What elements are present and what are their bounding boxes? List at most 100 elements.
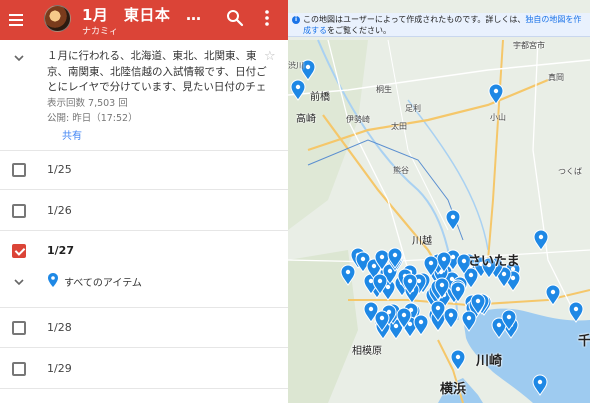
city-label-utsunomiya: 宇都宮市 bbox=[513, 41, 545, 50]
layer-checkbox[interactable] bbox=[12, 204, 26, 218]
map-pin-dot bbox=[439, 282, 445, 288]
map-pin-dot bbox=[428, 260, 434, 266]
city-label-isesaki: 伊勢崎 bbox=[346, 115, 370, 124]
layer-checkbox[interactable] bbox=[12, 362, 26, 376]
map-pin-dot bbox=[345, 269, 351, 275]
map-pin-dot bbox=[392, 252, 398, 258]
map-pin-dot bbox=[435, 305, 441, 311]
map-base bbox=[288, 39, 590, 403]
map-pin-dot bbox=[501, 271, 507, 277]
info-message: この地図はユーザーによって作成されたものです。詳しくは、 bbox=[303, 15, 526, 24]
map-pin-icon[interactable] bbox=[545, 284, 561, 306]
app-bar: 1月 東日本 入試… ナカミィ bbox=[0, 0, 288, 40]
map-pin-icon[interactable] bbox=[450, 349, 466, 371]
map-pin-dot bbox=[466, 315, 472, 321]
search-icon[interactable] bbox=[225, 8, 245, 28]
menu-icon[interactable] bbox=[6, 8, 30, 32]
map-pin-dot bbox=[461, 258, 467, 264]
map-pin-icon[interactable] bbox=[488, 83, 504, 105]
layer-checkbox[interactable] bbox=[12, 321, 26, 335]
published-date: 公開: 昨日（17:52） bbox=[47, 113, 138, 124]
map-pin-dot bbox=[418, 319, 424, 325]
map-pin-icon bbox=[48, 273, 58, 287]
city-label-chiba: 千 bbox=[578, 334, 590, 349]
map-pin-dot bbox=[393, 323, 399, 329]
city-label-saitama: さいたま bbox=[468, 254, 520, 269]
map-title[interactable]: 1月 東日本 入試… bbox=[82, 4, 214, 25]
map-pin-dot bbox=[295, 84, 301, 90]
city-label-kawagoe: 川越 bbox=[412, 236, 432, 247]
info-icon: i bbox=[292, 16, 300, 24]
view-count: 表示回数 7,503 回 bbox=[47, 98, 128, 109]
map-pin-dot bbox=[506, 314, 512, 320]
map-pin-dot bbox=[475, 298, 481, 304]
expressway bbox=[487, 39, 504, 261]
map-pin-icon[interactable] bbox=[443, 307, 459, 329]
map-pin-dot bbox=[360, 256, 366, 262]
layer-row-0128[interactable]: 1/28 bbox=[0, 309, 288, 347]
map-owner: ナカミィ bbox=[82, 27, 119, 37]
divider bbox=[0, 347, 288, 348]
city-label-ashikaga: 足利 bbox=[405, 104, 421, 113]
map-pin-dot bbox=[385, 284, 391, 290]
map-pin-dot bbox=[387, 268, 393, 274]
layer-label: 1/27 bbox=[47, 244, 74, 257]
map-pin-dot bbox=[493, 88, 499, 94]
layer-label: 1/25 bbox=[47, 163, 72, 176]
avatar bbox=[44, 5, 71, 32]
layer-label: 1/26 bbox=[47, 204, 72, 217]
sublayer-label[interactable]: すべてのアイテム bbox=[64, 274, 142, 289]
divider bbox=[0, 189, 288, 190]
map-pin-dot bbox=[407, 321, 413, 327]
city-label-kumagaya: 熊谷 bbox=[393, 166, 409, 175]
info-suffix: をご覧ください。 bbox=[327, 26, 391, 35]
map-pin-dot bbox=[371, 263, 377, 269]
map-pin-dot bbox=[510, 275, 516, 281]
layer-checkbox-checked[interactable] bbox=[12, 244, 26, 258]
map-pin-dot bbox=[537, 379, 543, 385]
city-label-takasaki: 高崎 bbox=[296, 114, 316, 125]
map-canvas[interactable]: i この地図はユーザーによって作成されたものです。詳しくは、独自の地図を作成する… bbox=[288, 0, 590, 403]
city-label-shibukawa: 渋川 bbox=[288, 61, 304, 70]
city-label-ota: 太田 bbox=[391, 122, 407, 131]
layer-row-0127[interactable]: 1/27 bbox=[0, 232, 288, 270]
city-label-oyama: 小山 bbox=[490, 113, 506, 122]
map-pin-icon[interactable] bbox=[413, 314, 429, 336]
info-banner: i この地図はユーザーによって作成されたものです。詳しくは、独自の地図を作成する… bbox=[288, 13, 590, 37]
share-link[interactable]: 共有 bbox=[62, 127, 82, 142]
city-label-sagamihara: 相模原 bbox=[352, 346, 382, 357]
city-label-yokohama: 横浜 bbox=[440, 382, 467, 397]
divider bbox=[0, 230, 288, 231]
map-pin-dot bbox=[441, 256, 447, 262]
info-text: この地図はユーザーによって作成されたものです。詳しくは、独自の地図を作成するをご… bbox=[303, 14, 588, 36]
layer-row-0125[interactable]: 1/25 bbox=[0, 151, 288, 189]
layers-panel: 1月 東日本 入試… ナカミィ １月に行われる、北海道、東北、北関東、東京、南関… bbox=[0, 0, 288, 403]
map-pin-dot bbox=[573, 306, 579, 312]
map-pin-dot bbox=[448, 312, 454, 318]
road bbox=[387, 39, 449, 231]
map-pin-dot bbox=[450, 214, 456, 220]
city-label-kiryu: 桐生 bbox=[376, 85, 392, 94]
layer-label: 1/28 bbox=[47, 321, 72, 334]
layer-checkbox[interactable] bbox=[12, 163, 26, 177]
layer-row-0129[interactable]: 1/29 bbox=[0, 350, 288, 388]
city-label-tsukuba: つくば bbox=[558, 167, 582, 176]
map-pin-dot bbox=[368, 306, 374, 312]
divider bbox=[0, 388, 288, 389]
layer-label: 1/29 bbox=[47, 362, 72, 375]
city-label-mooka: 真岡 bbox=[548, 73, 564, 82]
map-pin-dot bbox=[407, 278, 413, 284]
map-pin-dot bbox=[538, 234, 544, 240]
chevron-down-icon[interactable] bbox=[13, 277, 25, 287]
star-icon[interactable]: ☆ bbox=[264, 49, 276, 64]
city-label-maebashi: 前橋 bbox=[310, 92, 330, 103]
map-pin-dot bbox=[377, 278, 383, 284]
layer-row-0126[interactable]: 1/26 bbox=[0, 192, 288, 230]
city-label-kawasaki: 川崎 bbox=[476, 354, 503, 369]
map-pin-icon[interactable] bbox=[568, 301, 584, 323]
map-pin-dot bbox=[379, 315, 385, 321]
more-vert-icon[interactable] bbox=[257, 8, 277, 28]
divider bbox=[0, 307, 288, 308]
map-pin-dot bbox=[401, 312, 407, 318]
chevron-down-icon[interactable] bbox=[13, 53, 25, 63]
